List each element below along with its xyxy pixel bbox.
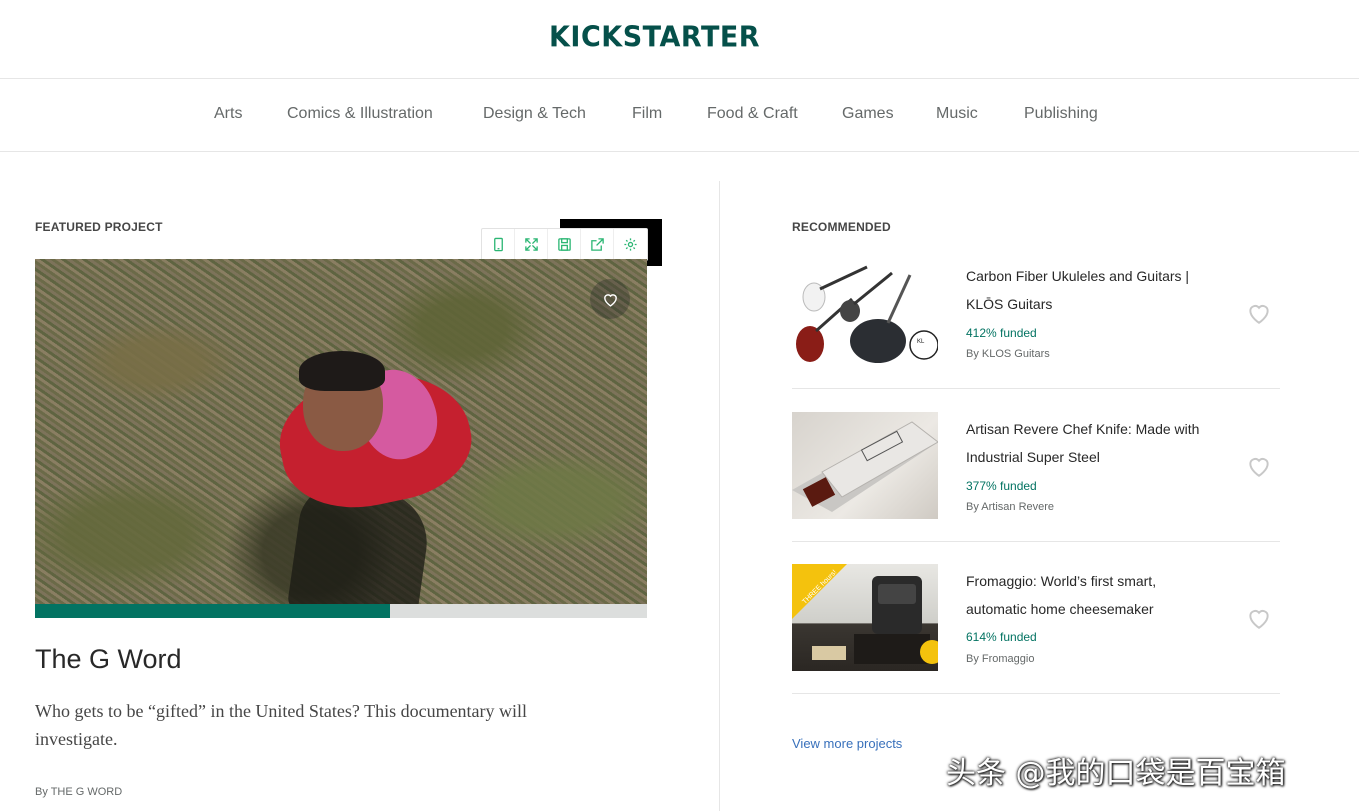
recommended-title[interactable]: Artisan Revere Chef Knife: Made with Ind… [966,415,1216,471]
featured-section-label: FEATURED PROJECT [35,220,163,234]
featured-heart-button[interactable] [590,279,630,319]
settings-icon[interactable] [614,229,647,260]
nav-item-design-tech[interactable]: Design & Tech [483,104,586,124]
funded-percentage: 412% funded [966,326,1037,340]
nav-item-games[interactable]: Games [842,104,894,124]
save-icon[interactable] [548,229,581,260]
knife-illustration [792,421,938,512]
recommended-title[interactable]: Fromaggio: World’s first smart, automati… [966,567,1216,623]
featured-project-image[interactable] [35,259,647,604]
site-header: KICKSTARTER [0,0,1359,79]
nav-item-music[interactable]: Music [936,104,978,124]
recommended-item: Artisan Revere Chef Knife: Made with Ind… [792,412,1280,542]
funded-percentage: 614% funded [966,630,1037,644]
watermark-text: 头条 @我的口袋是百宝箱 [946,756,1286,791]
recommended-byline[interactable]: By Fromaggio [966,653,1034,665]
child-hair [299,351,385,391]
recommended-section-label: RECOMMENDED [792,220,891,234]
phone-icon[interactable] [482,229,515,260]
heart-icon[interactable] [1246,301,1272,325]
funding-progress-bar [35,604,647,618]
column-divider [719,181,720,811]
view-more-projects-link[interactable]: View more projects [792,736,902,751]
kickstarter-logo[interactable]: KICKSTARTER [549,19,760,57]
project-thumbnail-klos[interactable]: KL [792,259,938,366]
project-thumbnail-fromaggio[interactable]: THREE hours! [792,564,938,671]
image-toolbar [481,228,648,261]
nav-item-film[interactable]: Film [632,104,662,124]
nav-item-food-craft[interactable]: Food & Craft [707,104,798,124]
featured-description: Who gets to be “gifted” in the United St… [35,701,528,749]
recommended-byline[interactable]: By Artisan Revere [966,501,1054,513]
recommended-item: THREE hours! Fromaggio: World’s first sm… [792,564,1280,694]
guitars-illustration: KL [796,265,938,363]
recommended-title[interactable]: Carbon Fiber Ukuleles and Guitars | KLŌS… [966,262,1216,318]
category-nav: Arts Comics & Illustration Design & Tech… [0,79,1359,152]
nav-item-publishing[interactable]: Publishing [1024,104,1098,124]
thumb-badge-text: KL [917,339,925,345]
funded-percentage: 377% funded [966,479,1037,493]
featured-byline[interactable]: By THE G WORD [35,786,122,798]
funding-progress-fill [35,604,390,618]
featured-title[interactable]: The G Word [35,644,182,675]
heart-icon [603,293,617,307]
nav-item-comics-illustration[interactable]: Comics & Illustration [287,104,433,124]
recommended-item: KL Carbon Fiber Ukuleles and Guitars | K… [792,259,1280,389]
project-thumbnail-artisan-revere[interactable] [792,412,938,519]
nav-item-arts[interactable]: Arts [214,104,242,124]
cheesemaker-illustration: THREE hours! [792,564,938,664]
recommended-byline[interactable]: By KLOS Guitars [966,348,1050,360]
heart-icon[interactable] [1246,454,1272,478]
expand-icon[interactable] [515,229,548,260]
share-icon[interactable] [581,229,614,260]
heart-icon[interactable] [1246,606,1272,630]
